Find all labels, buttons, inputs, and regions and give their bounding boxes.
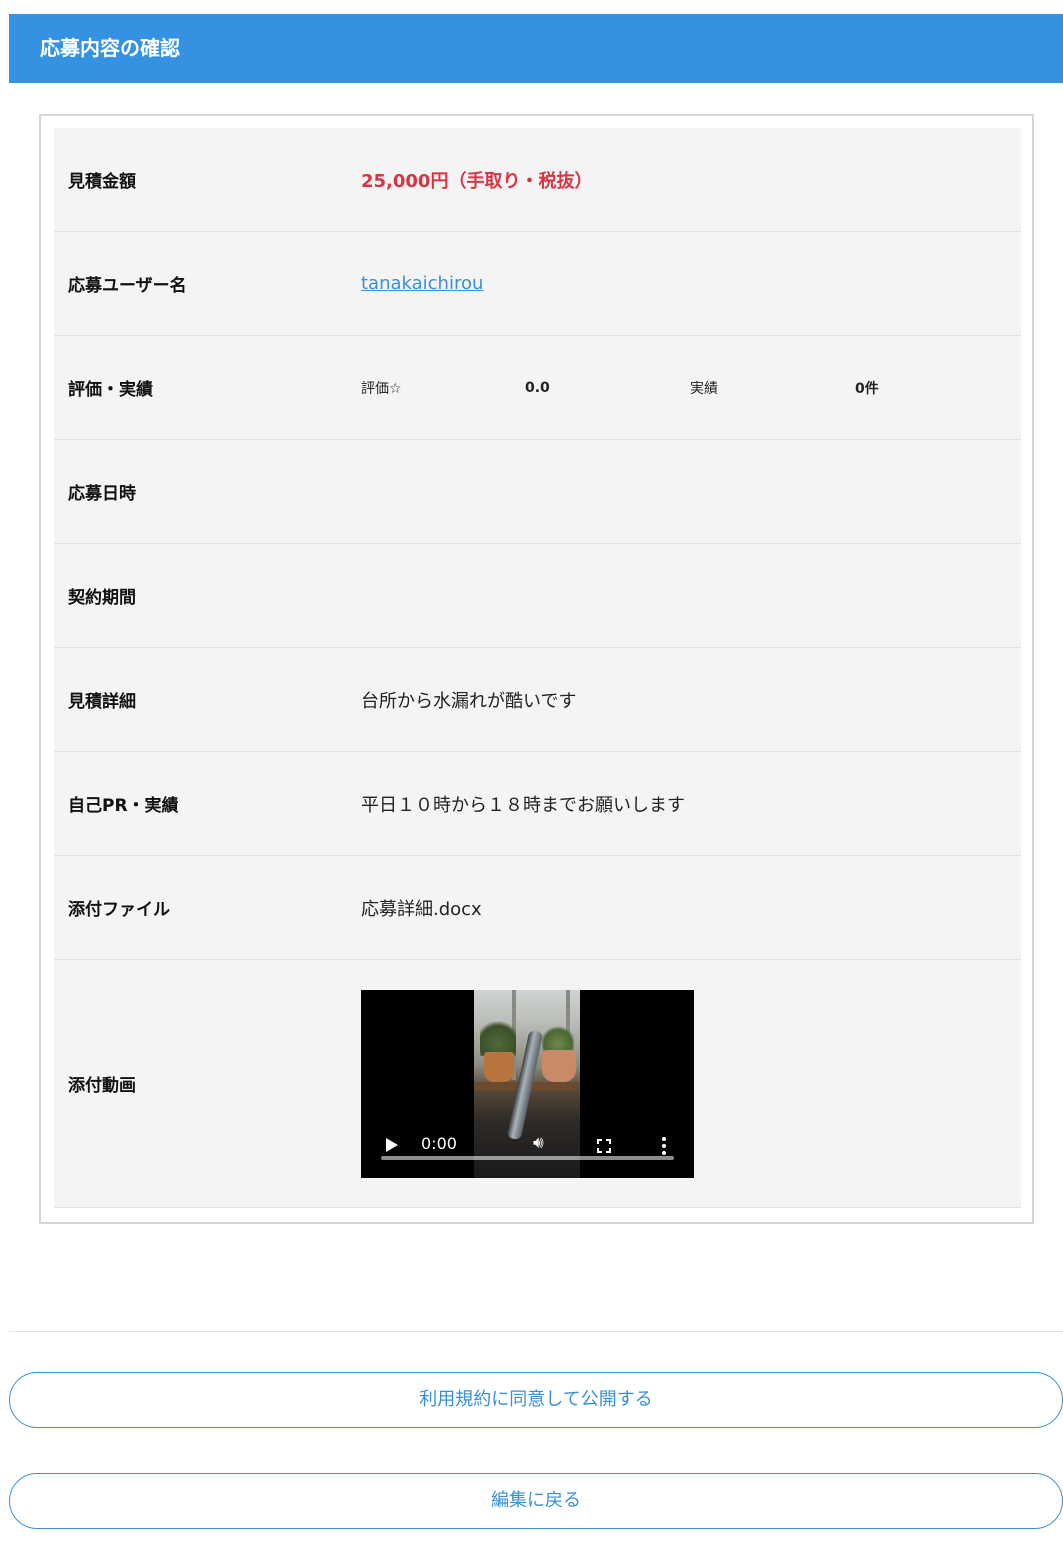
row-estimate-detail: 見積詳細 台所から水漏れが酷いです xyxy=(54,648,1021,752)
plant-pot xyxy=(542,1049,576,1082)
section-divider xyxy=(9,1331,1063,1332)
estimate-amount-value: 25,000円（手取り・税抜） xyxy=(361,170,593,192)
record-label: 実績 xyxy=(690,380,718,397)
rating-record-label: 評価・実績 xyxy=(68,380,153,400)
estimate-detail-label: 見積詳細 xyxy=(68,692,136,712)
more-options-icon[interactable] xyxy=(662,1136,666,1155)
applicant-username-link[interactable]: tanakaichirou xyxy=(361,273,483,294)
back-to-edit-button[interactable]: 編集に戻る xyxy=(9,1473,1063,1529)
rating-value: 0.0 xyxy=(525,379,550,396)
rating-record-group: 評価☆ 0.0 実績 0件 xyxy=(361,378,1021,398)
row-self-pr: 自己PR・実績 平日１０時から１８時までお願いします xyxy=(54,752,1021,856)
row-application-datetime: 応募日時 xyxy=(54,440,1021,544)
video-current-time: 0:00 xyxy=(421,1133,457,1153)
contract-period-label: 契約期間 xyxy=(68,588,136,608)
plant-leaves xyxy=(542,1023,574,1052)
application-detail-panel: 見積金額 25,000円（手取り・税抜） 応募ユーザー名 tanakaichir… xyxy=(39,114,1034,1224)
video-controls: 0:00 🔊︎ xyxy=(361,1098,694,1178)
row-rating-record: 評価・実績 評価☆ 0.0 実績 0件 xyxy=(54,336,1021,440)
video-progress-bar[interactable] xyxy=(381,1155,674,1160)
page-header: 応募内容の確認 xyxy=(9,14,1063,83)
estimate-detail-value: 台所から水漏れが酷いです xyxy=(361,690,577,712)
attached-file-label: 添付ファイル xyxy=(68,900,170,920)
agree-and-publish-button[interactable]: 利用規約に同意して公開する xyxy=(9,1372,1063,1428)
detail-table: 見積金額 25,000円（手取り・税抜） 応募ユーザー名 tanakaichir… xyxy=(54,128,1021,1208)
row-estimate-amount: 見積金額 25,000円（手取り・税抜） xyxy=(54,128,1021,232)
page: 応募内容の確認 見積金額 25,000円（手取り・税抜） 応募ユーザー名 tan… xyxy=(0,0,1063,1563)
self-pr-label: 自己PR・実績 xyxy=(68,796,179,816)
attached-video-label: 添付動画 xyxy=(68,1076,136,1096)
row-contract-period: 契約期間 xyxy=(54,544,1021,648)
volume-icon[interactable]: 🔊︎ xyxy=(533,1133,544,1153)
plant-leaves xyxy=(480,1015,516,1056)
page-title: 応募内容の確認 xyxy=(40,36,180,60)
estimate-amount-label: 見積金額 xyxy=(68,172,136,192)
attached-video-player[interactable]: 0:00 🔊︎ xyxy=(361,989,694,1178)
applicant-username-label: 応募ユーザー名 xyxy=(68,276,187,296)
row-attached-video: 添付動画 0:00 🔊︎ xyxy=(54,960,1021,1208)
application-datetime-label: 応募日時 xyxy=(68,484,136,504)
attached-file-name: 応募詳細.docx xyxy=(361,898,482,920)
row-attached-file: 添付ファイル 応募詳細.docx xyxy=(54,856,1021,960)
rating-label: 評価☆ xyxy=(361,380,402,397)
plant-pot xyxy=(484,1051,514,1082)
record-value: 0件 xyxy=(855,380,879,397)
fullscreen-icon[interactable] xyxy=(597,1138,611,1153)
row-applicant-username: 応募ユーザー名 tanakaichirou xyxy=(54,232,1021,336)
play-icon[interactable] xyxy=(386,1137,398,1152)
self-pr-value: 平日１０時から１８時までお願いします xyxy=(361,794,685,816)
